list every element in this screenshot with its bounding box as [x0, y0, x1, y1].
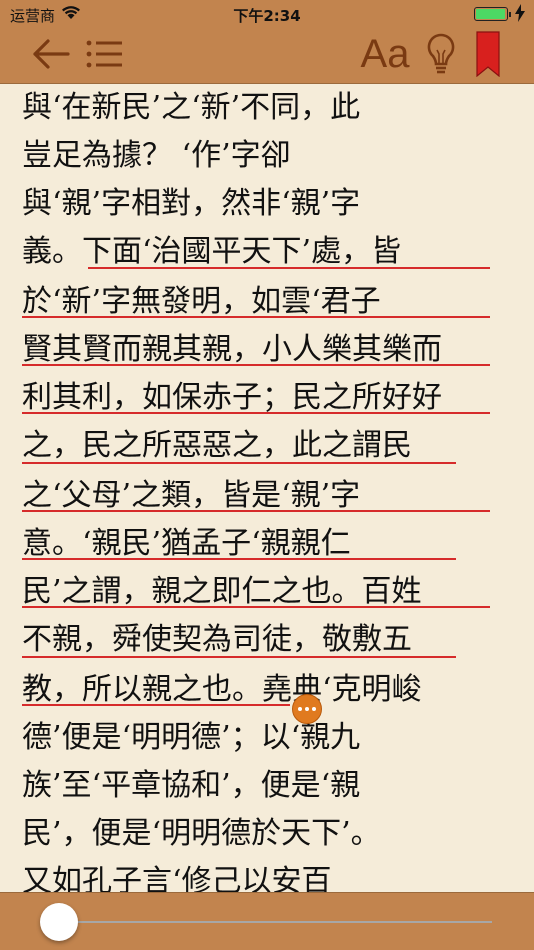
text-line: 之‘父母’之類，皆是‘親’字: [22, 478, 361, 513]
bookmark-icon: [476, 31, 500, 77]
highlight-underline[interactable]: [22, 704, 290, 706]
highlight-underline[interactable]: [22, 364, 490, 366]
highlight-underline[interactable]: [22, 412, 490, 414]
progress-slider-thumb[interactable]: [40, 903, 78, 941]
highlight-underline[interactable]: [22, 558, 456, 560]
highlight-underline[interactable]: [22, 316, 490, 318]
reader-header: 运营商 下午2:34 Aa: [0, 0, 534, 84]
highlight-underline[interactable]: [88, 267, 490, 269]
text-line: 豈足為據？ ‘作’字卻: [22, 138, 291, 173]
lightbulb-icon: [427, 33, 455, 74]
more-dot-icon: [298, 707, 302, 711]
reading-page[interactable]: 與‘在新民’之‘新’不同，此 豈足為據？ ‘作’字卻 與‘親’字相對，然非‘親’…: [0, 84, 534, 892]
text-line: 民’，便是‘明明德於天下’。: [22, 816, 381, 851]
highlight-underline[interactable]: [22, 606, 490, 608]
back-button[interactable]: [28, 36, 72, 72]
highlight-underline[interactable]: [22, 462, 456, 464]
text-line: 德’便是‘明明德’；以‘親九: [22, 720, 361, 755]
progress-track[interactable]: [58, 921, 492, 923]
text-line: 教，所以親之也。堯典‘克明峻: [22, 672, 422, 707]
battery-icon: [474, 7, 511, 21]
status-bar: 运营商 下午2:34: [0, 0, 534, 28]
brightness-button[interactable]: [422, 30, 460, 78]
more-dot-icon: [305, 707, 309, 711]
annotation-more-button[interactable]: [292, 694, 322, 724]
text-line: 與‘親’字相對，然非‘親’字: [22, 186, 361, 221]
font-settings-button[interactable]: Aa: [360, 30, 410, 78]
highlight-underline[interactable]: [22, 656, 456, 658]
charging-bolt-icon: [515, 4, 525, 22]
list-icon: [86, 40, 122, 68]
text-line: 於‘新’字無發明，如雲‘君子: [22, 284, 381, 319]
bookmark-button[interactable]: [474, 30, 502, 78]
back-arrow-icon: [33, 39, 70, 69]
more-dot-icon: [312, 707, 316, 711]
highlight-underline[interactable]: [22, 510, 490, 512]
clock: 下午2:34: [233, 7, 301, 25]
text-line: 與‘在新民’之‘新’不同，此: [22, 90, 361, 125]
progress-bar: [0, 892, 534, 950]
text-line: 不親，舜使契為司徒，敬敷五: [22, 622, 412, 657]
text-line: 義。下面‘治國平天下’處，皆: [22, 234, 402, 269]
text-line: 賢其賢而親其親，小人樂其樂而: [22, 332, 442, 367]
text-line: 又如孔子言‘修己以安百: [22, 864, 332, 892]
text-line: 民’之謂，親之即仁之也。百姓: [22, 574, 422, 609]
text-line: 之，民之所惡惡之，此之謂民: [22, 428, 412, 463]
text-line: 族’至‘平章協和’，便是‘親: [22, 768, 361, 803]
text-line: 意。‘親民’猶孟子‘親親仁: [22, 526, 351, 561]
text-line: 利其利，如保赤子；民之所好好: [22, 380, 442, 415]
table-of-contents-button[interactable]: [82, 36, 126, 72]
